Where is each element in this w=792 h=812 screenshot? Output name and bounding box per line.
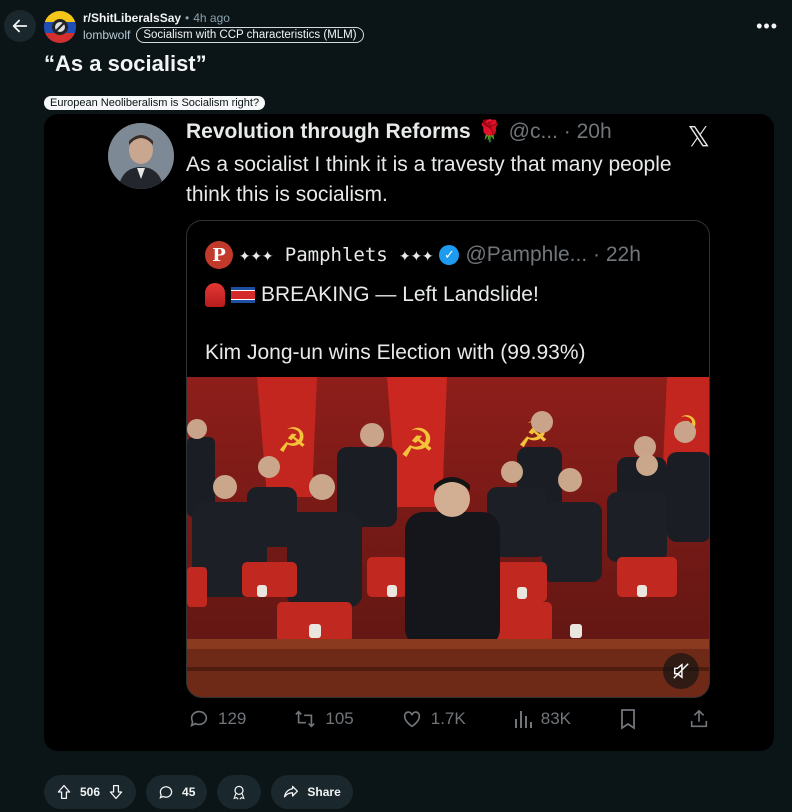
reply-stat: 129 [188, 708, 246, 730]
mute-button[interactable] [663, 653, 699, 689]
retweet-icon [295, 710, 316, 728]
quote-author-name: ✦✦✦ Pamphlets ✦✦✦ [239, 244, 434, 266]
video-frame: ☭ ☭ ☭ ☭ [187, 377, 709, 697]
author-name[interactable]: lombwolf [83, 28, 130, 42]
person-avatar-icon [108, 123, 174, 189]
downvote-icon[interactable] [108, 784, 124, 800]
vote-count: 506 [80, 785, 101, 799]
post-title: “As a socialist” [44, 51, 207, 76]
post-action-bar: 506 45 Share [44, 775, 353, 809]
subreddit-icon [44, 11, 76, 43]
retweet-count: 105 [325, 709, 354, 728]
tweet-extra-actions [618, 708, 710, 730]
share-button[interactable]: Share [271, 775, 353, 809]
author-line: lombwolf Socialism with CCP characterist… [83, 27, 364, 43]
subreddit-avatar[interactable] [44, 11, 76, 43]
post-image[interactable]: Revolution through Reforms 🌹 @c... · 20h… [44, 114, 774, 751]
flag-icon [231, 287, 255, 303]
x-logo-icon: 𝕏 [687, 120, 710, 153]
like-count: 1.7K [430, 709, 466, 728]
upvote-icon[interactable] [56, 784, 72, 800]
quote-headline-text: BREAKING — Left Landslide! [261, 283, 539, 306]
share-icon [284, 785, 299, 798]
heart-icon [403, 711, 420, 728]
tweet-header: Revolution through Reforms 🌹 @c... · 20h [186, 120, 612, 144]
post-flair[interactable]: European Neoliberalism is Socialism righ… [44, 96, 266, 110]
tweet-handle: @c... · 20h [508, 120, 612, 143]
more-options-button[interactable]: ••• [756, 16, 778, 37]
quote-avatar: P [205, 241, 233, 269]
post-meta: r/ShitLiberalsSay • 4h ago [83, 11, 230, 25]
award-button[interactable] [217, 775, 262, 809]
tweet-author-name: Revolution through Reforms 🌹 [186, 120, 503, 143]
reply-count: 129 [218, 709, 247, 728]
like-stat: 1.7K [401, 708, 466, 730]
quote-video[interactable]: ☭ ☭ ☭ ☭ [187, 377, 709, 697]
svg-text:☭: ☭ [277, 421, 307, 461]
award-icon [233, 785, 246, 800]
siren-icon [205, 283, 225, 307]
reply-icon [190, 710, 208, 727]
retweet-stat: 105 [293, 708, 354, 730]
quote-headline: BREAKING — Left Landslide! [205, 283, 539, 307]
comment-count: 45 [182, 785, 196, 799]
share-tweet-icon [690, 709, 708, 728]
tweet-text: As a socialist I think it is a travesty … [186, 153, 672, 206]
more-icon: ••• [756, 16, 778, 36]
quote-handle: @Pamphle... · 22h [465, 243, 641, 266]
comments-button[interactable]: 45 [146, 775, 208, 809]
verified-badge-icon: ✓ [439, 245, 460, 265]
speaker-muted-icon [673, 663, 689, 679]
vote-control: 506 [44, 775, 137, 809]
tweet-avatar [108, 123, 174, 189]
views-icon [514, 711, 532, 728]
quote-header: P ✦✦✦ Pamphlets ✦✦✦ ✓ @Pamphle... · 22h [205, 241, 641, 269]
arrow-left-icon [12, 19, 28, 33]
views-stat: 83K [513, 708, 571, 730]
tweet-actions: 129 105 1.7K 83K [188, 708, 710, 730]
user-flair: Socialism with CCP characteristics (MLM) [136, 27, 364, 43]
meta-separator: • [185, 11, 190, 25]
bookmark-icon [621, 709, 635, 730]
views-count: 83K [540, 709, 571, 728]
back-button[interactable] [4, 10, 36, 42]
share-label: Share [307, 785, 341, 799]
quote-body: Kim Jong-un wins Election with (99.93%) [205, 341, 586, 364]
subreddit-name[interactable]: r/ShitLiberalsSay [83, 11, 181, 25]
comment-icon [159, 786, 173, 799]
svg-text:☭: ☭ [399, 421, 435, 467]
post-time: 4h ago [193, 11, 230, 25]
quote-tweet: P ✦✦✦ Pamphlets ✦✦✦ ✓ @Pamphle... · 22h … [186, 220, 710, 698]
